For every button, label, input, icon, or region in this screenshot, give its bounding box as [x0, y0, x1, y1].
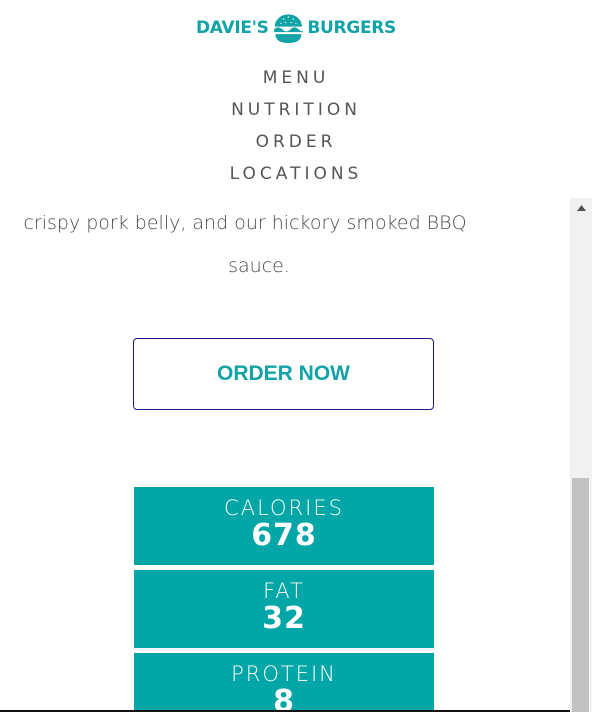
nav-item-menu[interactable]: MENU: [0, 66, 592, 98]
nutrition-fat-card: FAT 32: [134, 570, 434, 648]
scroll-content: crispy pork belly, and our hickory smoke…: [0, 198, 570, 712]
nav-item-locations[interactable]: LOCATIONS: [0, 162, 592, 194]
description-line-1: crispy pork belly, and our hickory smoke…: [23, 212, 467, 234]
scroll-up-arrow-icon[interactable]: [570, 198, 592, 218]
nutrition-value: 678: [251, 518, 317, 553]
nutrition-protein-card: PROTEIN 8: [134, 653, 434, 712]
burger-icon: [273, 14, 303, 44]
nutrition-value: 32: [262, 601, 306, 636]
nutrition-value: 8: [273, 684, 295, 712]
order-now-button[interactable]: ORDER NOW: [133, 338, 434, 410]
brand-logo[interactable]: DAVIE'S BURGERS: [196, 4, 396, 52]
nutrition-label: PROTEIN: [231, 662, 337, 686]
main-nav: MENU NUTRITION ORDER LOCATIONS: [0, 66, 592, 194]
brand-left-word: DAVIE'S: [196, 18, 269, 38]
nav-item-order[interactable]: ORDER: [0, 130, 592, 162]
site-header: DAVIE'S BURGERS MENU NUTRITION ORDER LOC…: [0, 0, 592, 198]
description-line-2: sauce.: [228, 255, 290, 277]
burger-description: crispy pork belly, and our hickory smoke…: [0, 198, 570, 288]
nutrition-label: FAT: [263, 579, 305, 603]
nav-item-nutrition[interactable]: NUTRITION: [0, 98, 592, 130]
brand-right-word: BURGERS: [307, 18, 396, 38]
scrollbar-thumb[interactable]: [572, 478, 589, 712]
nutrition-label: CALORIES: [224, 496, 344, 520]
vertical-scrollbar[interactable]: [570, 198, 592, 712]
nutrition-calories-card: CALORIES 678: [134, 487, 434, 565]
